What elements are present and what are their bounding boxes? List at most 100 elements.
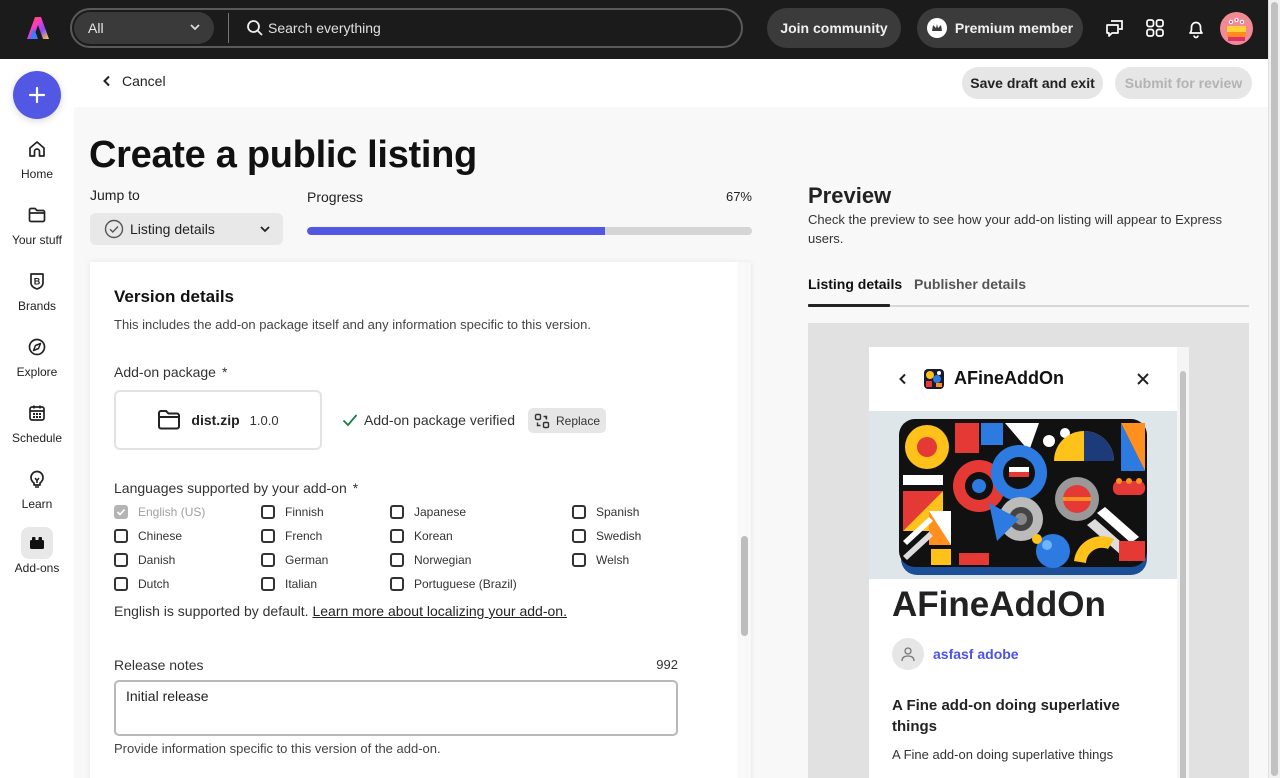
apps-grid-icon[interactable] <box>1144 17 1166 39</box>
crown-icon <box>926 18 947 38</box>
language-checkbox-welsh[interactable]: Welsh <box>572 553 629 567</box>
logo-icon[interactable] <box>24 14 52 42</box>
tab-listing-details[interactable]: Listing details <box>808 276 902 292</box>
jump-to-value: Listing details <box>130 221 215 237</box>
language-checkbox-portuguese-brazil[interactable]: Portuguese (Brazil) <box>390 577 517 591</box>
checkbox[interactable] <box>390 577 404 591</box>
language-checkbox-japanese[interactable]: Japanese <box>390 505 466 519</box>
jump-to-dropdown[interactable]: Listing details <box>90 213 283 245</box>
language-label: German <box>285 553 329 567</box>
required-mark: * <box>221 364 228 380</box>
chevron-left-icon[interactable] <box>897 373 909 385</box>
top-bar: All Join community Premium member <box>0 0 1268 59</box>
language-checkbox-korean[interactable]: Korean <box>390 529 453 543</box>
sub-header: Cancel Save draft and exit Submit for re… <box>74 59 1268 107</box>
create-button[interactable] <box>13 71 61 119</box>
rail-item-label: Explore <box>16 365 58 379</box>
page-scrollbar-thumb[interactable] <box>1271 2 1278 776</box>
language-checkbox-italian[interactable]: Italian <box>261 577 317 591</box>
required-mark: * <box>352 480 359 496</box>
preview-tagline: A Fine add-on doing superlative things <box>892 697 1120 735</box>
rail-item-explore[interactable]: Explore <box>0 331 74 391</box>
preview-title: Preview <box>808 183 892 208</box>
search-input[interactable] <box>268 14 708 42</box>
language-label: English (US) <box>138 505 206 519</box>
language-checkbox-french[interactable]: French <box>261 529 322 543</box>
chat-icon[interactable] <box>1104 17 1126 39</box>
rail-item-schedule[interactable]: Schedule <box>0 397 74 457</box>
release-notes-textarea[interactable]: Initial release <box>114 680 678 736</box>
preview-addon-panel: AFineAddOn AFineAddOn asfasf adobe A Fin… <box>869 347 1189 778</box>
checkbox[interactable] <box>261 505 275 519</box>
language-checkbox-dutch[interactable]: Dutch <box>114 577 169 591</box>
close-icon[interactable] <box>1136 372 1150 386</box>
checkbox[interactable] <box>390 529 404 543</box>
languages-label: Languages supported by your add-on * <box>114 480 358 496</box>
preview-scrollbar-thumb[interactable] <box>1180 371 1186 778</box>
checkbox[interactable] <box>572 529 586 543</box>
folder-icon <box>158 410 181 430</box>
form-scrollbar[interactable] <box>738 262 751 778</box>
checkbox[interactable] <box>261 553 275 567</box>
language-checkbox-norwegian[interactable]: Norwegian <box>390 553 471 567</box>
replace-package-button[interactable]: Replace <box>528 408 606 433</box>
rail-item-learn[interactable]: Learn <box>0 463 74 523</box>
chevron-down-icon <box>260 226 270 233</box>
language-label: Norwegian <box>414 553 472 567</box>
chevron-left-icon <box>103 75 110 87</box>
language-checkbox-finnish[interactable]: Finnish <box>261 505 324 519</box>
checkbox[interactable] <box>114 529 128 543</box>
checkmark-icon <box>116 508 126 516</box>
author-link[interactable]: asfasf adobe <box>933 646 1019 662</box>
language-checkbox-chinese[interactable]: Chinese <box>114 529 182 543</box>
checkbox[interactable] <box>114 577 128 591</box>
search-scope-dropdown[interactable]: All <box>74 12 214 44</box>
addons-icon <box>21 527 53 559</box>
section-title: Version details <box>114 287 234 306</box>
language-label: Swedish <box>596 529 642 543</box>
progress-percent: 67% <box>725 189 752 204</box>
checkbox[interactable] <box>390 553 404 567</box>
rail-item-brands[interactable]: B Brands <box>0 265 74 325</box>
preview-stage: AFineAddOn AFineAddOn asfasf adobe A Fin… <box>808 323 1249 778</box>
package-file-box[interactable]: dist.zip 1.0.0 <box>114 390 322 450</box>
language-checkbox-spanish[interactable]: Spanish <box>572 505 639 519</box>
preview-addon-name: AFineAddOn <box>892 585 1106 624</box>
search-divider <box>228 13 229 43</box>
join-community-button[interactable]: Join community <box>767 8 901 48</box>
join-community-label: Join community <box>780 20 888 36</box>
checkbox[interactable] <box>572 505 586 519</box>
rail-item-add-ons[interactable]: Add-ons <box>0 527 74 587</box>
checkbox[interactable] <box>572 553 586 567</box>
form-scrollbar-thumb[interactable] <box>741 536 748 636</box>
language-label: French <box>285 529 323 543</box>
language-checkbox-swedish[interactable]: Swedish <box>572 529 641 543</box>
release-notes-help: Provide information specific to this ver… <box>114 741 441 756</box>
language-label: Danish <box>138 553 176 567</box>
localizing-help-link[interactable]: Learn more about localizing your add-on. <box>312 603 567 619</box>
preview-scrollbar[interactable] <box>1177 347 1189 778</box>
bell-icon[interactable] <box>1185 17 1207 39</box>
rail-item-label: Home <box>20 167 53 181</box>
checkbox[interactable] <box>261 577 275 591</box>
language-label: Spanish <box>596 505 640 519</box>
package-label-text: Add-on package <box>114 364 216 380</box>
premium-member-button[interactable]: Premium member <box>917 8 1083 48</box>
save-draft-button[interactable]: Save draft and exit <box>962 67 1103 99</box>
cancel-button[interactable]: Cancel <box>102 73 166 89</box>
tab-publisher-details[interactable]: Publisher details <box>914 276 1026 292</box>
rail-item-your-stuff[interactable]: Your stuff <box>0 199 74 259</box>
preview-panel-header: AFineAddOn <box>869 347 1177 411</box>
preview-tabs: Listing details Publisher details <box>808 276 1249 307</box>
language-checkbox-danish[interactable]: Danish <box>114 553 175 567</box>
submit-for-review-button[interactable]: Submit for review <box>1115 67 1252 99</box>
addon-icon <box>924 369 944 389</box>
page-scrollbar[interactable] <box>1268 0 1280 778</box>
home-icon <box>21 133 53 165</box>
avatar[interactable] <box>1220 12 1253 45</box>
checkbox[interactable] <box>114 553 128 567</box>
language-checkbox-german[interactable]: German <box>261 553 328 567</box>
rail-item-home[interactable]: Home <box>0 133 74 193</box>
checkbox[interactable] <box>261 529 275 543</box>
checkbox[interactable] <box>390 505 404 519</box>
